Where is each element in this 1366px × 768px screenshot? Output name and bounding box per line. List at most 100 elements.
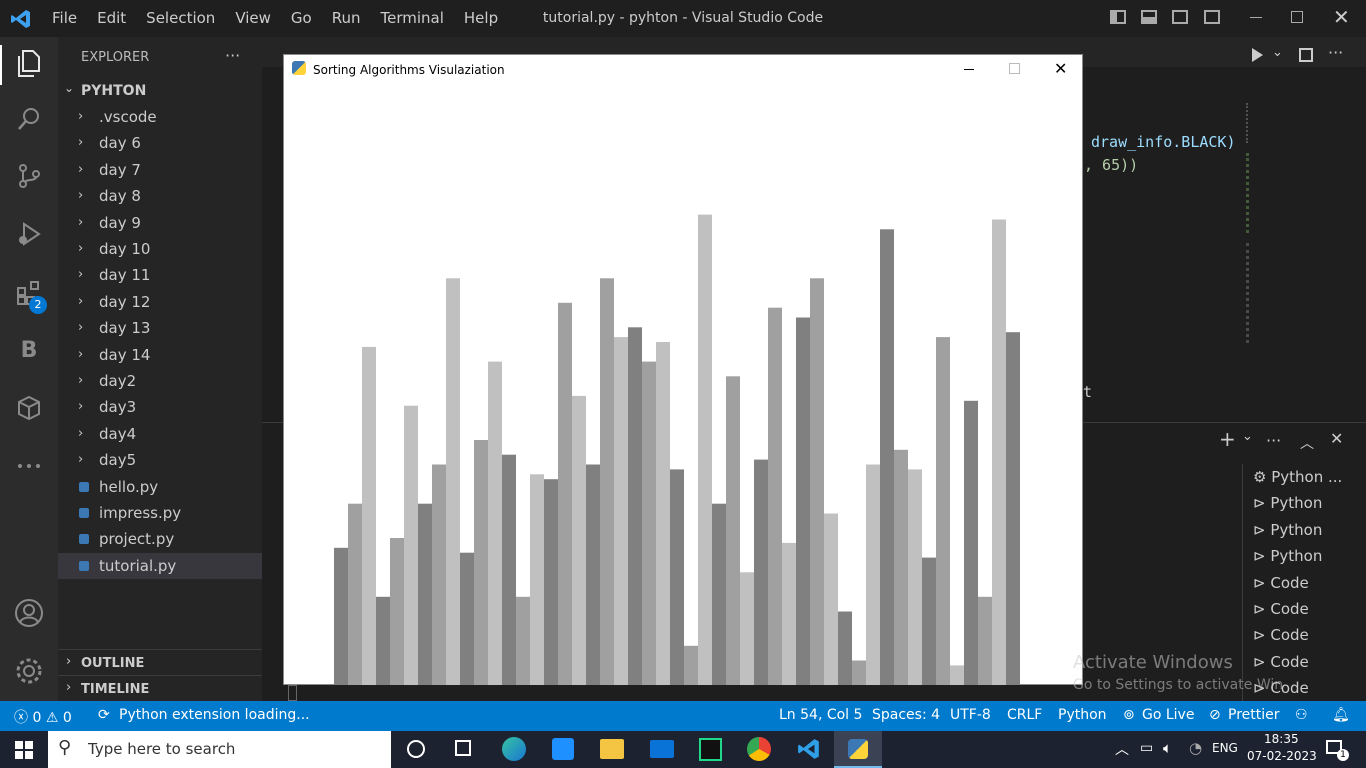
menu-file[interactable]: File [52,9,77,27]
folder-item[interactable]: › day5 [58,447,262,473]
terminal-more-icon[interactable]: ··· [1266,431,1281,450]
taskbar-search-box[interactable]: ⚲ Type here to search [48,731,391,768]
wifi-icon[interactable]: ◔ [1189,739,1202,757]
editor-more-icon[interactable]: ··· [1328,43,1343,62]
file-item[interactable]: tutorial.py [58,553,262,579]
menu-run[interactable]: Run [332,9,361,27]
indentation[interactable]: Spaces: 4 [872,707,940,723]
run-debug-icon[interactable] [14,220,44,250]
python-loading-status[interactable]: Python extension loading... [119,707,310,723]
source-control-icon[interactable] [14,162,44,192]
explorer-root[interactable]: ⌄ PYHTON [58,81,262,101]
run-dropdown-chevron-icon[interactable]: ⌄ [1272,45,1283,60]
maximize-panel-icon[interactable]: ︿ [1300,433,1314,453]
folder-item[interactable]: › day2 [58,368,262,394]
volume-icon[interactable]: 🔈︎ [1163,739,1172,757]
split-editor-icon[interactable] [1299,48,1313,62]
customize-layout-icon[interactable] [1204,10,1220,24]
outline-section[interactable]: › OUTLINE [58,649,262,676]
folder-item[interactable]: › day 12 [58,289,262,315]
pygame-minimize-icon[interactable] [964,69,974,70]
terminal-list-item[interactable]: ⚙ Python ... [1253,464,1342,490]
folder-item[interactable]: › day 11 [58,262,262,288]
search-icon[interactable] [14,105,44,135]
minimize-icon[interactable] [1250,17,1262,18]
file-item[interactable]: impress.py [58,500,262,526]
menu-edit[interactable]: Edit [97,9,126,27]
explorer-header: EXPLORER [81,50,150,65]
windows-start-icon[interactable] [15,741,33,759]
folder-item[interactable]: › .vscode [58,104,262,130]
folder-item[interactable]: › day 7 [58,157,262,183]
folder-item[interactable]: › day 14 [58,342,262,368]
timeline-section[interactable]: › TIMELINE [58,675,262,702]
menu-terminal[interactable]: Terminal [381,9,444,27]
close-icon[interactable]: ✕ [1333,5,1350,29]
pygame-maximize-icon[interactable] [1009,63,1020,74]
toggle-panel-icon[interactable] [1141,10,1157,24]
toggle-secondary-sidebar-icon[interactable] [1172,10,1188,24]
line-ending[interactable]: CRLF [1007,707,1042,723]
mail-icon[interactable] [650,740,674,758]
menu-go[interactable]: Go [291,9,312,27]
go-live-button[interactable]: Go Live [1142,707,1194,723]
menu-help[interactable]: Help [464,9,498,27]
edge-icon[interactable] [502,737,526,761]
vscode-taskbar-icon[interactable] [797,737,821,761]
clock-time[interactable]: 18:35 [1264,732,1299,746]
menu-selection[interactable]: Selection [146,9,215,27]
pycharm-icon[interactable] [699,738,722,761]
cursor-position[interactable]: Ln 54, Col 5 [779,707,862,723]
language-indicator[interactable]: ENG [1212,741,1238,755]
terminal-list-item[interactable]: ⊳ Code [1253,649,1309,675]
explorer-more-button[interactable]: ··· [225,46,240,65]
folder-item[interactable]: › day 8 [58,183,262,209]
sync-icon: ⟳ [98,707,110,723]
pygame-close-icon[interactable]: ✕ [1054,59,1067,78]
more-icon[interactable] [14,450,44,480]
cube-icon[interactable] [14,394,44,424]
network-icon[interactable]: ▭ [1140,740,1153,756]
folder-item[interactable]: › day4 [58,421,262,447]
show-hidden-icons[interactable]: ︿ [1115,739,1129,759]
restore-icon[interactable] [1291,11,1303,23]
toggle-sidebar-icon[interactable] [1110,10,1126,24]
menu-view[interactable]: View [235,9,271,27]
task-view-icon[interactable] [455,740,471,756]
cortana-icon[interactable] [407,740,425,758]
file-item[interactable]: project.py [58,526,262,552]
explorer-icon[interactable] [14,49,44,79]
terminal-list-item[interactable]: ⊳ Code [1253,596,1309,622]
close-panel-icon[interactable]: ✕ [1330,429,1343,448]
terminal-list-item[interactable]: ⊳ Code [1253,570,1309,596]
file-explorer-icon[interactable] [600,739,624,759]
b-extension-icon[interactable]: B [14,336,44,366]
prettier-button[interactable]: Prettier [1228,707,1280,723]
terminal-list-item[interactable]: ⊳ Python [1253,543,1322,569]
store-icon[interactable] [552,738,574,760]
encoding[interactable]: UTF-8 [950,707,991,723]
notifications-bell-icon[interactable]: 🔔︎ [1332,707,1350,723]
account-icon[interactable] [14,598,44,628]
feedback-icon[interactable]: ⚇ [1295,707,1308,723]
folder-item[interactable]: › day3 [58,394,262,420]
new-terminal-icon[interactable]: + [1219,427,1236,451]
python-taskbar-active[interactable] [834,731,882,768]
clock-date[interactable]: 07-02-2023 [1247,749,1317,763]
file-item[interactable]: hello.py [58,474,262,500]
folder-item[interactable]: › day 6 [58,130,262,156]
run-python-icon[interactable] [1252,48,1263,62]
terminal-list-item[interactable]: ⊳ Code [1253,622,1309,648]
code-view[interactable]: draw_info.BLACK) , 65)) t [1062,103,1236,433]
minimap[interactable] [1244,103,1348,363]
folder-item[interactable]: › day 10 [58,236,262,262]
folder-item[interactable]: › day 13 [58,315,262,341]
chrome-icon[interactable] [747,737,771,761]
problems-indicator[interactable]: ⓧ 0 ⚠ 0 [14,707,72,727]
terminal-dropdown-chevron-icon[interactable]: ⌄ [1242,429,1253,444]
folder-item[interactable]: › day 9 [58,210,262,236]
terminal-list-item[interactable]: ⊳ Python [1253,517,1322,543]
settings-gear-icon[interactable] [14,656,44,686]
language-mode[interactable]: Python [1058,707,1107,723]
terminal-list-item[interactable]: ⊳ Python [1253,490,1322,516]
